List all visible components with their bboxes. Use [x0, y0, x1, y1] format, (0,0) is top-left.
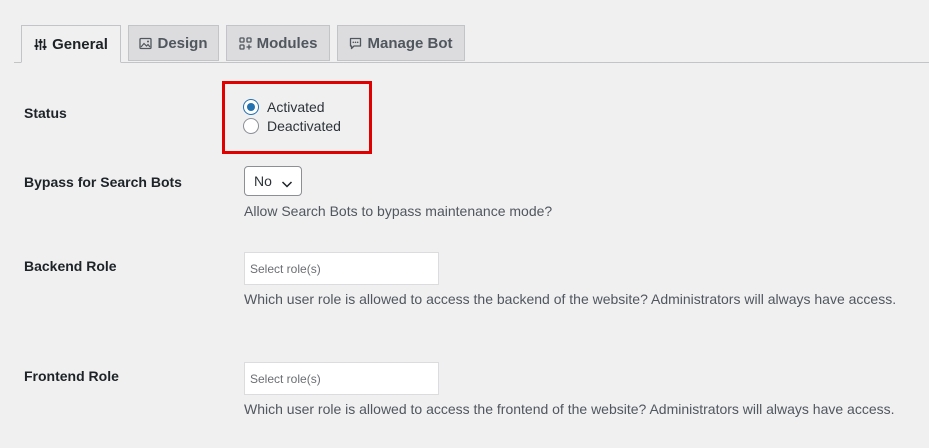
tab-manage-bot-label: Manage Bot [367, 34, 453, 52]
bypass-description: Allow Search Bots to bypass maintenance … [244, 203, 553, 219]
frontend-role-label: Frontend Role [24, 368, 119, 384]
image-icon [139, 37, 153, 50]
tab-general-label: General [52, 35, 108, 53]
tab-modules[interactable]: Modules [226, 25, 330, 61]
sliders-icon [34, 38, 47, 51]
tab-modules-label: Modules [256, 34, 318, 52]
radio-deactivated[interactable]: Deactivated [243, 118, 341, 134]
radio-deactivated-label: Deactivated [267, 118, 341, 134]
tab-design-label: Design [157, 34, 208, 52]
tab-design[interactable]: Design [128, 25, 219, 61]
backend-role-label: Backend Role [24, 258, 117, 274]
radio-activated-button[interactable] [243, 99, 259, 115]
frontend-role-description: Which user role is allowed to access the… [244, 401, 895, 417]
frontend-role-input[interactable] [244, 362, 439, 395]
tab-general[interactable]: General [21, 25, 121, 63]
backend-role-input[interactable] [244, 252, 439, 285]
backend-role-description: Which user role is allowed to access the… [244, 291, 897, 307]
chat-bubble-icon [349, 37, 362, 50]
bypass-label: Bypass for Search Bots [24, 174, 182, 190]
status-label: Status [24, 105, 67, 121]
radio-activated[interactable]: Activated [243, 99, 325, 115]
chevron-down-icon [281, 176, 293, 192]
modules-icon [238, 36, 252, 50]
radio-deactivated-button[interactable] [243, 118, 259, 134]
tab-bar: General Design Modules Manage Bot [14, 25, 929, 63]
tab-manage-bot[interactable]: Manage Bot [337, 25, 465, 61]
bypass-select[interactable]: No [244, 166, 302, 196]
bypass-select-value: No [254, 173, 272, 189]
radio-activated-label: Activated [267, 99, 325, 115]
